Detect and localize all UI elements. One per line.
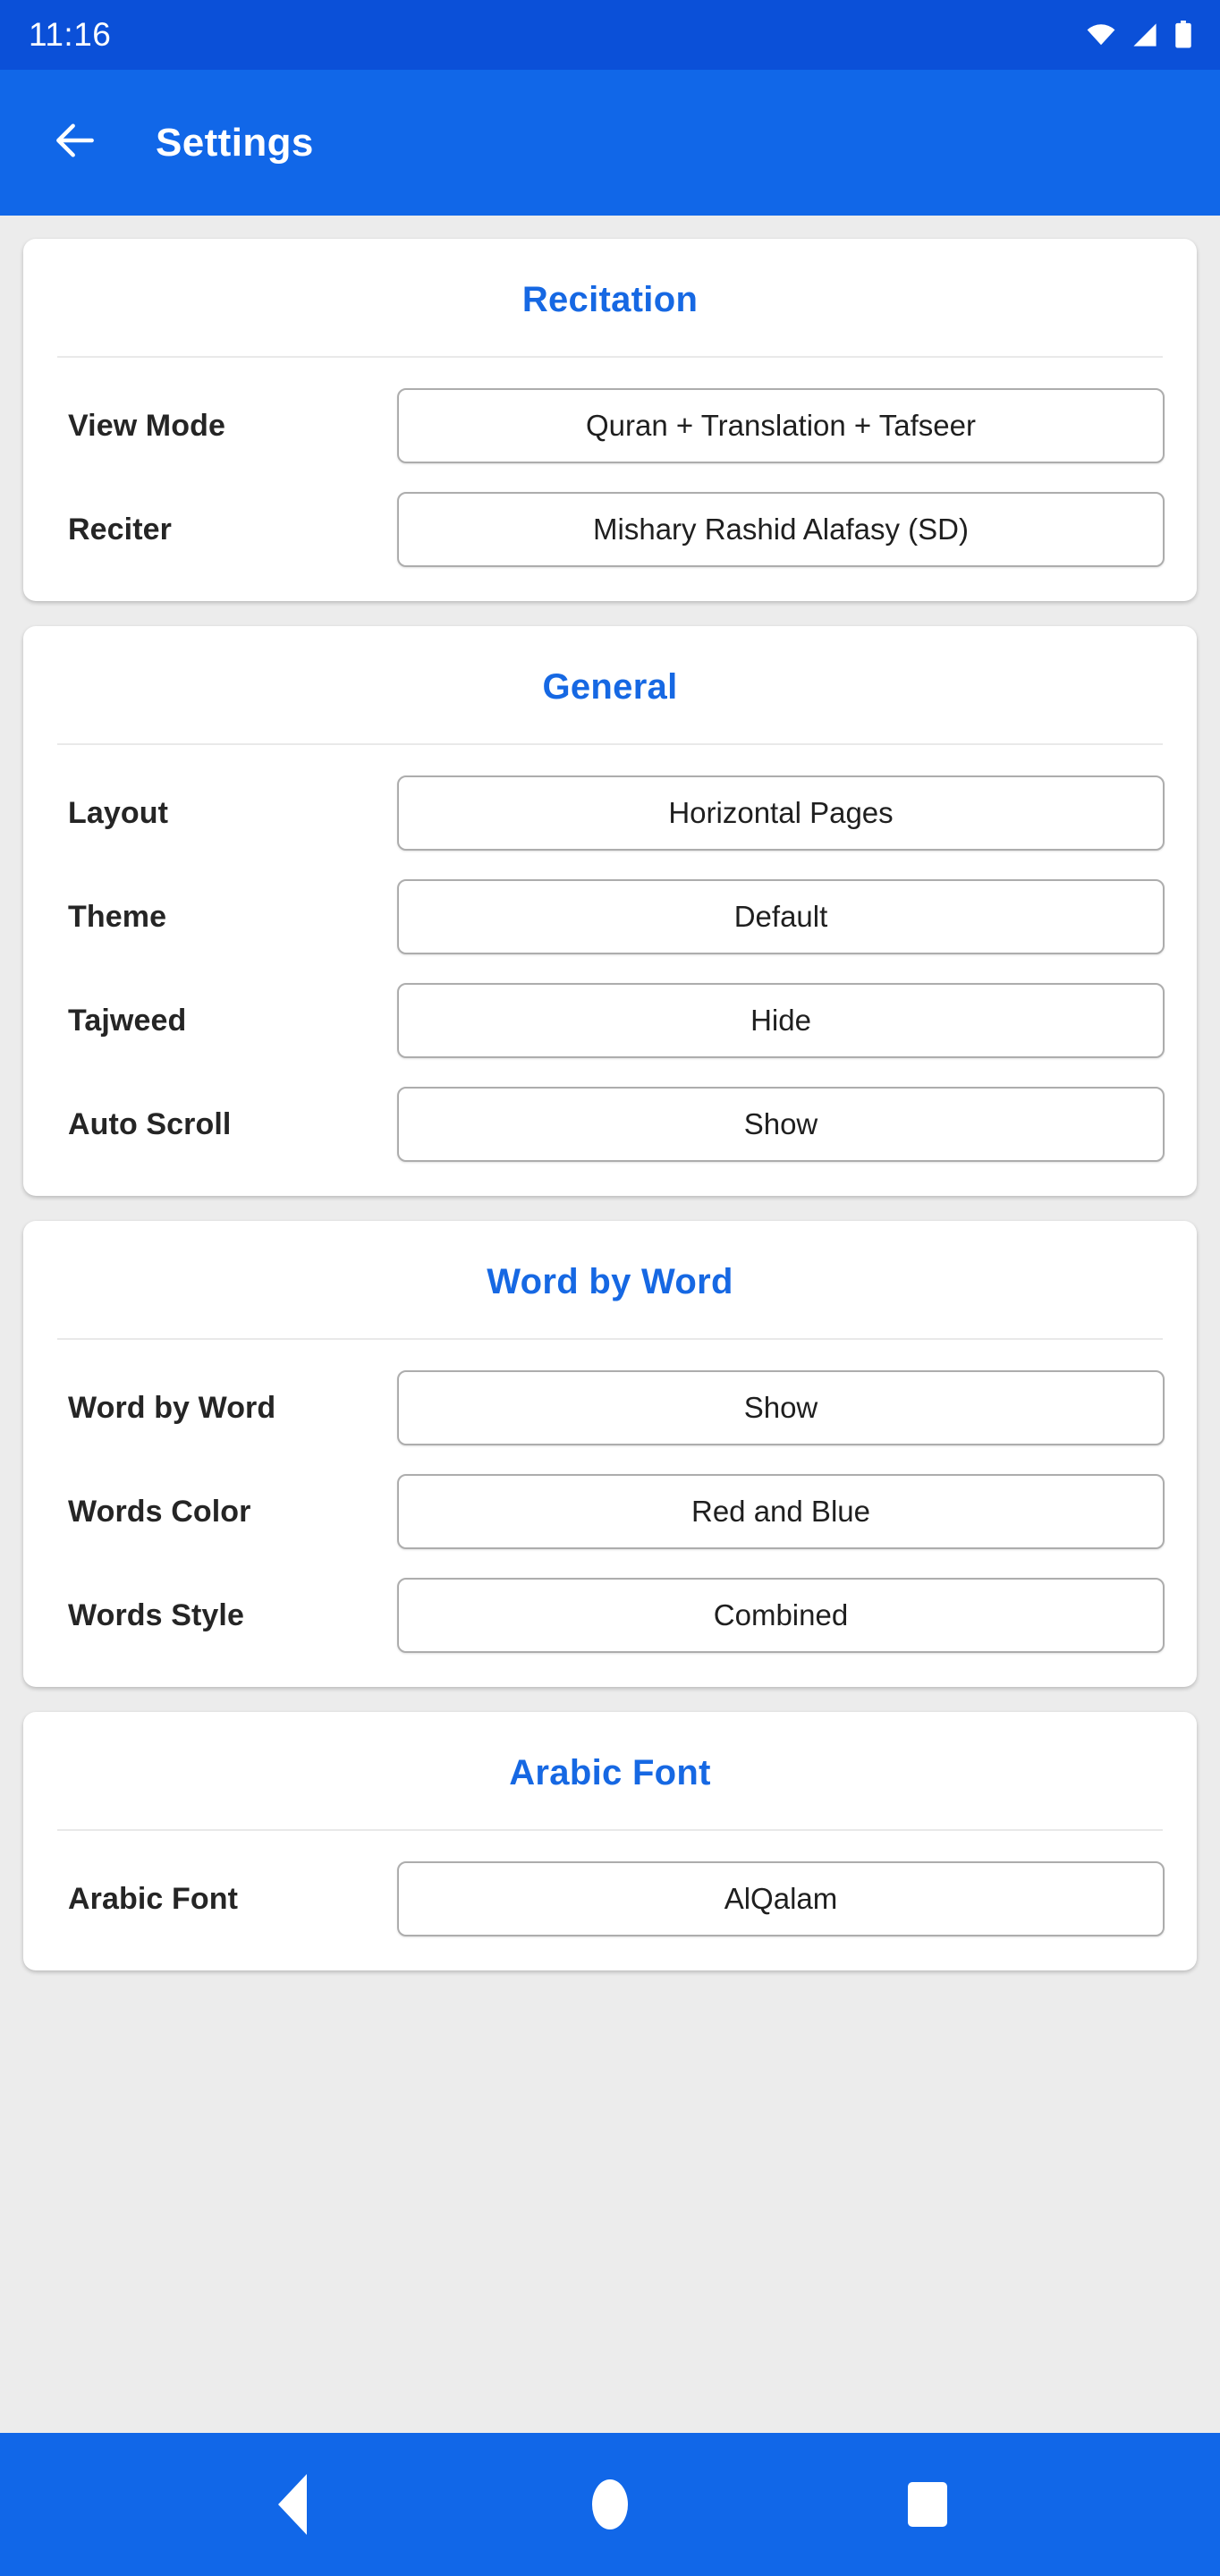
setting-label: Layout — [68, 795, 169, 830]
setting-label: Tajweed — [68, 1003, 187, 1038]
setting-dropdown[interactable]: Show — [397, 1370, 1165, 1445]
nav-recents-button[interactable] — [874, 2451, 981, 2558]
setting-dropdown[interactable]: Quran + Translation + Tafseer — [397, 388, 1165, 463]
setting-label: Words Style — [68, 1597, 244, 1632]
setting-row: Tajweed Hide — [55, 969, 1165, 1072]
system-nav-bar — [0, 2433, 1220, 2576]
setting-label: Word by Word — [68, 1390, 276, 1425]
setting-dropdown[interactable]: Hide — [397, 983, 1165, 1058]
setting-dropdown[interactable]: Mishary Rashid Alafasy (SD) — [397, 492, 1165, 567]
settings-card: Word by Word Word by Word Show Words Color R… — [23, 1221, 1197, 1687]
setting-label: View Mode — [68, 408, 225, 443]
arrow-left-icon — [50, 115, 100, 170]
setting-dropdown[interactable]: Horizontal Pages — [397, 775, 1165, 851]
setting-row: Layout Horizontal Pages — [55, 761, 1165, 865]
setting-row: Theme Default — [55, 865, 1165, 969]
wifi-icon — [1086, 22, 1116, 47]
page-title: Settings — [156, 120, 314, 165]
section-body: View Mode Quran + Translation + Tafseer Re… — [23, 358, 1197, 581]
app-bar: Settings — [0, 70, 1220, 216]
settings-cards: Recitation View Mode Quran + Translation +… — [23, 239, 1197, 1970]
setting-dropdown[interactable]: AlQalam — [397, 1861, 1165, 1936]
setting-label: Theme — [68, 899, 167, 934]
battery-icon — [1173, 21, 1193, 49]
setting-label: Arabic Font — [68, 1881, 238, 1916]
setting-row: Word by Word Show — [55, 1356, 1165, 1460]
status-bar: 11:16 — [0, 0, 1220, 70]
setting-dropdown[interactable]: Combined — [397, 1578, 1165, 1653]
nav-home-button[interactable] — [556, 2451, 664, 2558]
section-body: Arabic Font AlQalam — [23, 1831, 1197, 1951]
setting-dropdown[interactable]: Show — [397, 1087, 1165, 1162]
settings-card: Recitation View Mode Quran + Translation +… — [23, 239, 1197, 601]
triangle-left-icon — [278, 2474, 308, 2535]
setting-label: Auto Scroll — [68, 1106, 232, 1141]
setting-row: View Mode Quran + Translation + Tafseer — [55, 374, 1165, 478]
section-body: Layout Horizontal Pages Theme Default Tajwee… — [23, 745, 1197, 1176]
signal-icon — [1131, 22, 1159, 47]
settings-card: General Layout Horizontal Pages Theme Defaul… — [23, 626, 1197, 1196]
setting-row: Arabic Font AlQalam — [55, 1847, 1165, 1951]
setting-row: Auto Scroll Show — [55, 1072, 1165, 1176]
setting-row: Words Color Red and Blue — [55, 1460, 1165, 1563]
square-icon — [907, 2482, 947, 2527]
setting-dropdown[interactable]: Default — [397, 879, 1165, 954]
status-clock: 11:16 — [29, 16, 112, 53]
setting-dropdown[interactable]: Red and Blue — [397, 1474, 1165, 1549]
setting-row: Words Style Combined — [55, 1563, 1165, 1667]
settings-scroll-area[interactable]: Recitation View Mode Quran + Translation +… — [0, 216, 1220, 2433]
setting-row: Reciter Mishary Rashid Alafasy (SD) — [55, 478, 1165, 581]
section-body: Word by Word Show Words Color Red and Blue W… — [23, 1340, 1197, 1667]
section-title: General — [542, 667, 678, 707]
setting-label: Words Color — [68, 1494, 251, 1529]
back-button[interactable] — [32, 100, 118, 186]
circle-icon — [591, 2479, 628, 2529]
section-title: Arabic Font — [509, 1753, 711, 1792]
section-title: Recitation — [521, 280, 699, 319]
settings-card: Arabic Font Arabic Font AlQalam — [23, 1712, 1197, 1970]
status-icons — [1086, 21, 1193, 49]
setting-label: Reciter — [68, 512, 172, 547]
section-title: Word by Word — [487, 1262, 733, 1301]
nav-back-button[interactable] — [239, 2451, 346, 2558]
